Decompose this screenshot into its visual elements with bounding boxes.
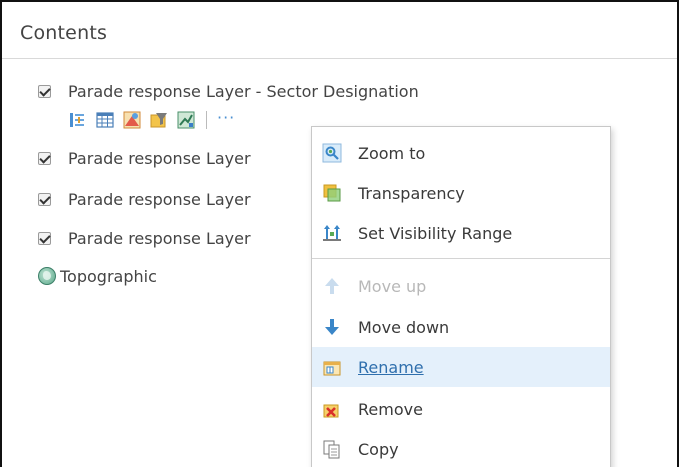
menu-item-set-visibility-range[interactable]: Set Visibility Range bbox=[312, 213, 610, 253]
table-icon[interactable] bbox=[96, 111, 114, 129]
legend-icon[interactable] bbox=[69, 111, 87, 129]
layer-visibility-checkbox[interactable] bbox=[38, 231, 51, 245]
menu-item-move-up: Move up bbox=[312, 266, 610, 306]
menu-item-label: Rename bbox=[358, 357, 424, 377]
zoom-to-icon bbox=[322, 143, 342, 163]
analysis-icon[interactable] bbox=[177, 111, 195, 129]
layer-visibility-checkbox[interactable] bbox=[38, 84, 51, 98]
style-icon[interactable] bbox=[123, 111, 141, 129]
panel-title: Contents bbox=[20, 22, 108, 44]
menu-item-label: Set Visibility Range bbox=[358, 223, 513, 243]
visibility-range-icon bbox=[322, 223, 342, 243]
menu-item-label: Remove bbox=[358, 399, 423, 419]
basemap-item[interactable]: Topographic bbox=[38, 264, 157, 288]
layer-label[interactable]: Parade response Layer bbox=[68, 229, 251, 248]
menu-item-zoom-to[interactable]: Zoom to bbox=[312, 133, 610, 173]
panel-header: Contents bbox=[2, 2, 677, 59]
globe-icon bbox=[38, 267, 56, 285]
menu-item-label: Move up bbox=[358, 276, 427, 296]
menu-item-rename[interactable]: Rename bbox=[312, 347, 610, 387]
menu-item-move-down[interactable]: Move down bbox=[312, 307, 610, 347]
menu-item-transparency[interactable]: Transparency bbox=[312, 173, 610, 213]
layer-label[interactable]: Parade response Layer - Sector Designati… bbox=[68, 82, 419, 101]
filter-icon[interactable] bbox=[150, 111, 168, 129]
toolbar-separator bbox=[206, 111, 207, 129]
arrow-down-icon bbox=[322, 317, 342, 337]
layer-visibility-checkbox[interactable] bbox=[38, 192, 51, 206]
remove-icon bbox=[322, 399, 342, 419]
layer-label[interactable]: Parade response Layer bbox=[68, 149, 251, 168]
rename-icon bbox=[322, 357, 342, 377]
copy-icon bbox=[322, 439, 342, 459]
contents-panel: Contents Parade response Layer - Sector … bbox=[0, 0, 679, 467]
layer-item[interactable]: Parade response Layer bbox=[38, 187, 251, 211]
layer-toolbar: ··· bbox=[69, 108, 235, 131]
layer-visibility-checkbox[interactable] bbox=[38, 151, 51, 165]
menu-item-label: Copy bbox=[358, 439, 399, 459]
menu-item-label: Transparency bbox=[358, 183, 465, 203]
layer-context-menu: Zoom to Transparency Set Visibility Rang… bbox=[311, 126, 611, 467]
layer-item[interactable]: Parade response Layer - Sector Designati… bbox=[38, 79, 419, 103]
basemap-label[interactable]: Topographic bbox=[60, 267, 157, 286]
transparency-icon bbox=[322, 183, 342, 203]
layer-label[interactable]: Parade response Layer bbox=[68, 190, 251, 209]
arrow-up-icon bbox=[322, 276, 342, 296]
menu-item-copy[interactable]: Copy bbox=[312, 429, 610, 467]
layer-item[interactable]: Parade response Layer bbox=[38, 146, 251, 170]
layer-item[interactable]: Parade response Layer bbox=[38, 226, 251, 250]
menu-item-label: Zoom to bbox=[358, 143, 426, 163]
menu-item-remove[interactable]: Remove bbox=[312, 389, 610, 429]
menu-item-label: Move down bbox=[358, 317, 450, 337]
more-options-button[interactable]: ··· bbox=[217, 108, 235, 127]
menu-divider bbox=[312, 258, 610, 259]
